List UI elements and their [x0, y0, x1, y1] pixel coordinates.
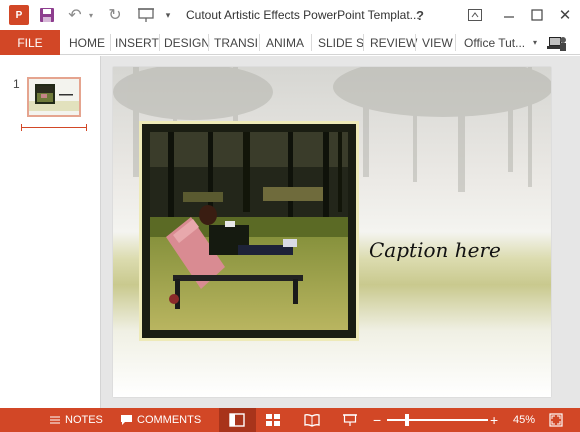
undo-dropdown-icon[interactable]: ▾ — [86, 5, 96, 25]
tab-separator — [455, 34, 456, 51]
notes-label: NOTES — [65, 414, 103, 426]
zoom-in-button[interactable]: + — [490, 408, 498, 432]
normal-view-icon — [229, 413, 245, 427]
zoom-out-button[interactable]: − — [373, 408, 381, 432]
tab-slide-show[interactable]: SLIDE S — [318, 30, 364, 55]
redo-icon[interactable]: ↻ — [106, 5, 124, 25]
comments-label: COMMENTS — [137, 414, 202, 426]
reading-view-icon — [304, 414, 320, 427]
tab-separator — [415, 34, 416, 51]
save-icon[interactable] — [38, 5, 56, 25]
zoom-level[interactable]: 45% — [513, 408, 535, 432]
window-title: Cutout Artistic Effects PowerPoint Templ… — [186, 8, 420, 22]
close-icon[interactable]: ✕ — [556, 5, 574, 25]
maximize-icon[interactable] — [528, 5, 546, 25]
tab-separator — [311, 34, 312, 51]
help-glyph: ? — [416, 7, 424, 23]
tab-view[interactable]: VIEW — [422, 30, 453, 55]
title-bar: P ↶ ▾ ↻ ▾ Cutout Artistic Effects PowerP… — [0, 0, 580, 30]
slide-thumbnail-pane[interactable]: 1 — [0, 56, 101, 408]
ribbon-display-icon[interactable] — [466, 5, 484, 25]
tab-review[interactable]: REVIEW — [370, 30, 417, 55]
reading-view-button[interactable] — [304, 408, 320, 432]
tab-animations[interactable]: ANIMA — [266, 30, 304, 55]
present-icon[interactable] — [136, 5, 156, 25]
tab-separator — [208, 34, 209, 51]
tab-home[interactable]: HOME — [69, 30, 105, 55]
tab-separator — [363, 34, 364, 51]
help-icon[interactable]: ? — [412, 5, 428, 25]
workspace: 1 Caption here — [0, 56, 580, 408]
slide-insertion-marker — [21, 124, 87, 131]
zoom-slider-thumb[interactable] — [404, 414, 409, 426]
slide-thumbnail[interactable] — [27, 77, 81, 117]
status-bar: NOTES COMMENTS − + 45% — [0, 408, 580, 432]
tab-separator — [259, 34, 260, 51]
notes-icon — [50, 416, 60, 424]
fit-to-window-button[interactable] — [549, 408, 563, 432]
customize-dropdown-icon[interactable]: ▾ — [162, 5, 174, 25]
app-logo-letter: P — [15, 9, 23, 21]
slide-sorter-icon — [266, 414, 280, 426]
account-dropdown-icon[interactable]: ▾ — [533, 30, 537, 55]
tab-separator — [110, 34, 111, 51]
minimize-icon[interactable] — [500, 5, 518, 25]
notes-button[interactable]: NOTES — [49, 408, 103, 432]
slide-number: 1 — [13, 77, 20, 91]
slide-background — [113, 67, 551, 397]
slide-show-icon — [343, 414, 357, 426]
slide-sorter-button[interactable] — [265, 408, 281, 432]
ribbon-tabs: FILE HOME INSERT DESIGN TRANSI ANIMA SLI… — [0, 30, 580, 55]
tab-file[interactable]: FILE — [0, 30, 60, 55]
slide-caption[interactable]: Caption here — [369, 238, 501, 262]
undo-icon[interactable]: ↶ — [66, 5, 84, 25]
zoom-slider[interactable] — [387, 419, 488, 421]
account-name[interactable]: Office Tut... — [464, 30, 525, 55]
slide-show-button[interactable] — [342, 408, 358, 432]
normal-view-button[interactable] — [229, 408, 245, 432]
slide-canvas[interactable]: Caption here — [113, 67, 551, 397]
comments-icon — [121, 415, 132, 425]
tab-transitions[interactable]: TRANSI — [214, 30, 258, 55]
powerpoint-logo-icon[interactable]: P — [9, 5, 29, 25]
tab-design[interactable]: DESIGN — [164, 30, 210, 55]
avatar[interactable] — [546, 32, 568, 53]
comments-button[interactable]: COMMENTS — [120, 408, 201, 432]
tab-separator — [159, 34, 160, 51]
tab-insert[interactable]: INSERT — [115, 30, 159, 55]
fit-to-window-icon — [549, 413, 563, 427]
